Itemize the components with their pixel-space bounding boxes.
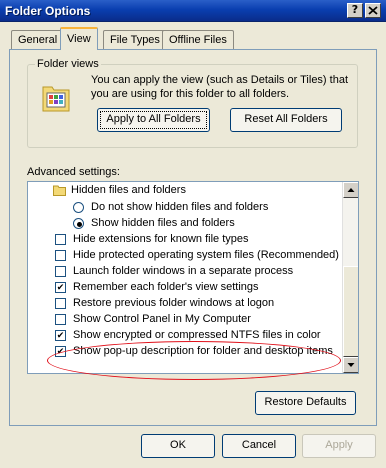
apply-to-all-folders-button[interactable]: Apply to All Folders [97, 108, 210, 132]
tab-view[interactable]: View [60, 27, 98, 50]
close-icon [368, 6, 378, 15]
scroll-thumb[interactable] [343, 266, 358, 357]
checkbox[interactable] [55, 266, 66, 277]
arrow-down-icon [347, 363, 355, 367]
checkbox[interactable]: ✔ [55, 346, 66, 357]
arrow-up-icon [347, 188, 355, 192]
folder-views-description: You can apply the view (such as Details … [91, 74, 349, 100]
tab-general[interactable]: General [11, 30, 65, 49]
restore-defaults-button[interactable]: Restore Defaults [255, 391, 356, 415]
checkbox[interactable] [55, 250, 66, 261]
close-button[interactable] [365, 3, 381, 18]
checkbox[interactable]: ✔ [55, 330, 66, 341]
cancel-button[interactable]: Cancel [222, 434, 296, 458]
help-button[interactable]: ? [347, 3, 363, 18]
checkbox[interactable]: ✔ [55, 282, 66, 293]
radio-button[interactable] [73, 202, 84, 213]
checkbox[interactable] [55, 298, 66, 309]
folder-views-legend: Folder views [35, 58, 101, 70]
folder-icon [53, 185, 66, 196]
tab-offline-files[interactable]: Offline Files [162, 30, 234, 49]
vertical-scrollbar[interactable] [342, 182, 358, 373]
advanced-settings-label: Advanced settings: [27, 166, 120, 178]
ok-button[interactable]: OK [141, 434, 215, 458]
checkbox[interactable] [55, 314, 66, 325]
advanced-settings-list[interactable]: Hidden files and folders Do not show hid… [27, 181, 359, 374]
scroll-up-button[interactable] [343, 182, 358, 198]
title-bar[interactable]: Folder Options ? [0, 0, 386, 22]
window-title: Folder Options [5, 4, 91, 18]
apply-button[interactable]: Apply [302, 434, 376, 458]
checkbox[interactable] [55, 234, 66, 245]
radio-button[interactable] [73, 218, 84, 229]
scroll-down-button[interactable] [343, 357, 358, 373]
tab-file-types[interactable]: File Types [103, 30, 167, 49]
folder-view-icon [42, 86, 70, 112]
reset-all-folders-button[interactable]: Reset All Folders [230, 108, 342, 132]
